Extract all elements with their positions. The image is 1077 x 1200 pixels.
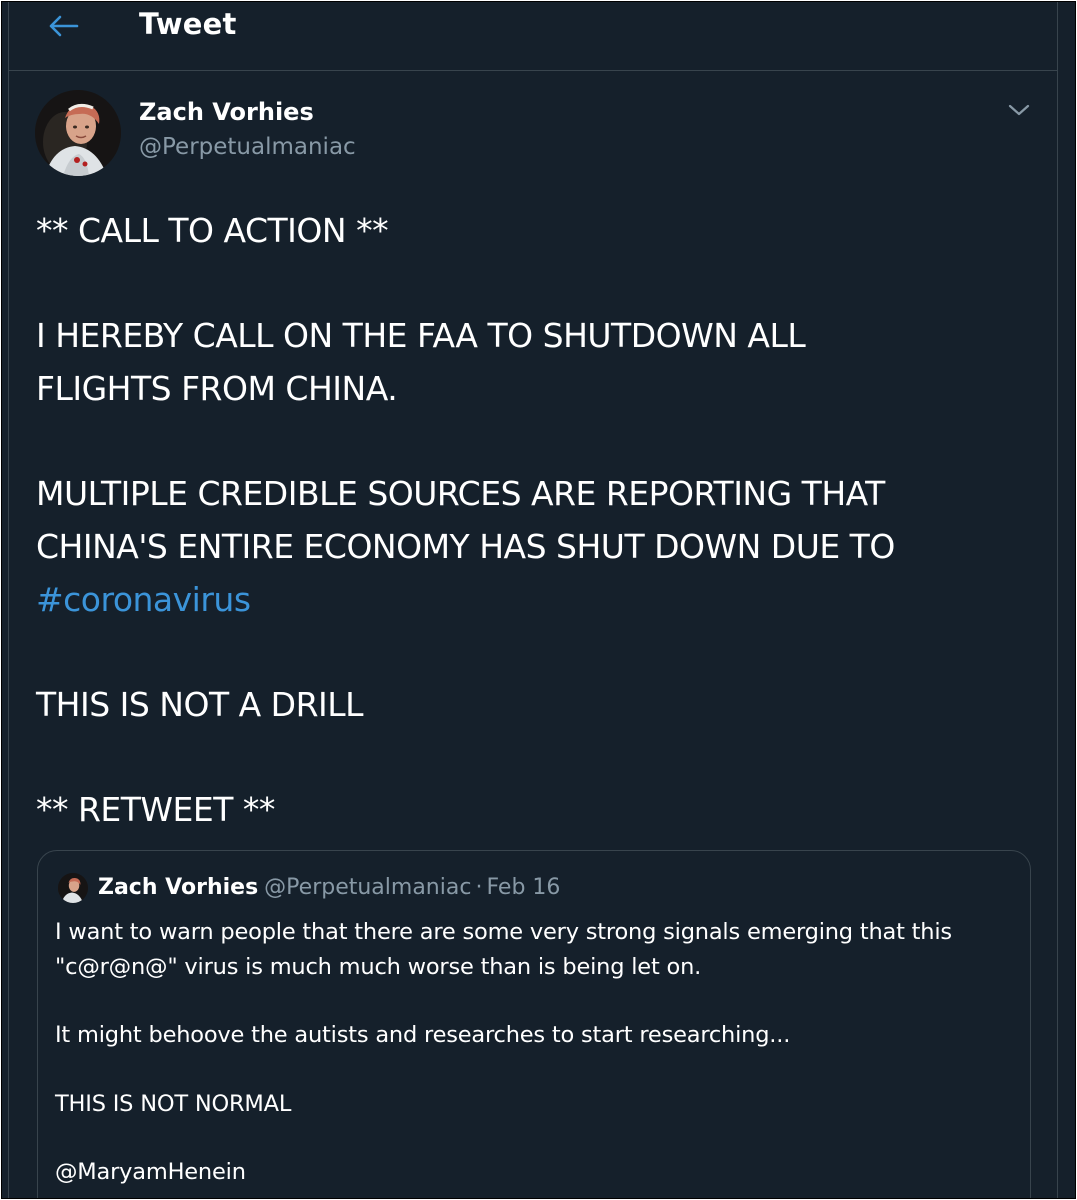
arrow-left-icon: [49, 15, 79, 37]
tweet-line: FLIGHTS FROM CHINA.: [36, 369, 398, 408]
tweet-screenshot-frame: Tweet Zach Vorhies @Perpetualmaniac ** C…: [1, 1, 1076, 1199]
quoted-line: "c@r@n@" virus is much much worse than i…: [55, 953, 702, 980]
quoted-author-avatar: [58, 873, 88, 903]
quoted-author-handle: @Perpetualmaniac: [264, 875, 472, 900]
hashtag-link[interactable]: #coronavirus: [36, 580, 251, 619]
tweet-line: CHINA'S ENTIRE ECONOMY HAS SHUT DOWN DUE…: [36, 527, 895, 566]
quoted-line: I want to warn people that there are som…: [55, 919, 952, 945]
tweet-line: ** CALL TO ACTION **: [36, 211, 389, 250]
quoted-tweet-text: I want to warn people that there are som…: [55, 915, 1015, 1190]
more-options-button[interactable]: [1003, 96, 1035, 124]
top-bar: Tweet: [9, 2, 1057, 71]
tweet-line: I HEREBY CALL ON THE FAA TO SHUTDOWN ALL: [36, 316, 806, 355]
tweet-line: ** RETWEET **: [36, 790, 275, 829]
tweet-line: MULTIPLE CREDIBLE SOURCES ARE REPORTING …: [36, 474, 885, 513]
quoted-tweet-card[interactable]: Zach Vorhies @Perpetualmaniac · Feb 16 I wa…: [37, 850, 1031, 1198]
page-title: Tweet: [139, 7, 237, 41]
author-name[interactable]: Zach Vorhies: [139, 98, 314, 126]
quoted-author-name: Zach Vorhies: [98, 875, 259, 900]
header-separator: ·: [475, 875, 483, 900]
tweet-text: ** CALL TO ACTION ** I HEREBY CALL ON TH…: [36, 204, 1046, 836]
quoted-line: It might behoove the autists and researc…: [55, 1022, 791, 1048]
timeline-column: Tweet Zach Vorhies @Perpetualmaniac ** C…: [8, 2, 1058, 1198]
author-avatar[interactable]: [35, 90, 121, 176]
tweet-line: THIS IS NOT A DRILL: [36, 685, 364, 724]
quoted-tweet-header: Zach Vorhies @Perpetualmaniac · Feb 16: [98, 875, 560, 900]
mention-link[interactable]: @MaryamHenein: [55, 1155, 1015, 1190]
back-button[interactable]: [43, 8, 83, 44]
quoted-tweet-date: Feb 16: [486, 875, 561, 900]
chevron-down-icon: [1008, 104, 1030, 116]
author-handle[interactable]: @Perpetualmaniac: [139, 134, 356, 160]
quoted-line: THIS IS NOT NORMAL: [55, 1090, 292, 1117]
